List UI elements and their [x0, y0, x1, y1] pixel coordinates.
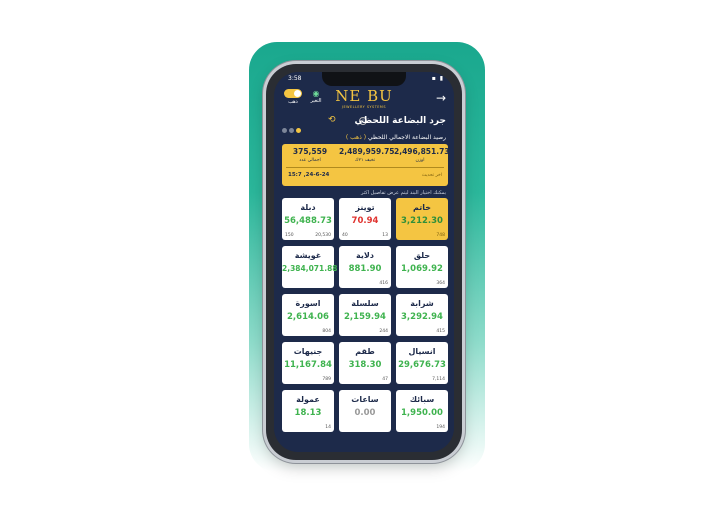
card-amount: 0.00 [354, 408, 376, 418]
card-name: سلسلة [351, 299, 379, 308]
summary-panel: 2,496,851.73 اوزن 2,489,959.75 تخيف ٢١ك … [282, 144, 450, 186]
card-amount: 29,676.73 [398, 360, 446, 370]
card-name: ساعات [351, 395, 379, 404]
select-hint: يمكنك اختيار البند ليتم عرض تفاصيل اكثر [361, 190, 446, 196]
card-name: انسيال [408, 347, 436, 356]
stat-label: اجمالي عدد [299, 158, 321, 163]
card-name: اسورة [295, 299, 321, 308]
card-name: دبلة [300, 203, 316, 212]
category-card[interactable]: سلسلة 2,159.94 244 [339, 294, 391, 336]
category-card[interactable]: توينز 70.94 13 40 [339, 198, 391, 240]
change-label: التغير [310, 98, 322, 104]
card-count: 416 [379, 281, 388, 286]
app-screen: 3:58 ▪ ▮ ذهب ◉ التغير NE BU JEWELLERY SY… [274, 72, 454, 452]
card-name: سبائك [409, 395, 435, 404]
category-card[interactable]: غويشة 2,384,071.88 [282, 246, 338, 288]
phone-frame: 3:58 ▪ ▮ ذهب ◉ التغير NE BU JEWELLERY SY… [266, 64, 462, 460]
last-update-label: اخر تحديث [421, 173, 442, 178]
card-count: 804 [322, 329, 331, 334]
panel-divider [286, 167, 444, 168]
card-count: 13 [382, 233, 388, 238]
category-card[interactable]: ساعات 0.00 [339, 390, 391, 432]
card-name: جنيهات [293, 347, 323, 356]
nebu-logo: NE BU [335, 87, 393, 105]
category-card[interactable]: عمولة 18.13 14 [282, 390, 334, 432]
page-title: جرد البضاعة اللحظي [354, 116, 446, 126]
subtitle-text: رصيد البضاعة الاجمالي اللحظي [367, 134, 446, 141]
card-count: 7,114 [432, 377, 445, 382]
toggle-label: ذهب [288, 99, 298, 105]
card-name: دلاية [356, 251, 374, 260]
card-name: غويشة [294, 251, 322, 260]
app-header: ذهب ◉ التغير NE BU JEWELLERY SYSTEMS → [274, 86, 454, 112]
card-count: 364 [436, 281, 445, 286]
page-dot[interactable] [289, 128, 294, 133]
card-count: 244 [379, 329, 388, 334]
card-count: 789 [322, 377, 331, 382]
card-amount: 70.94 [351, 216, 379, 226]
camera-notch [322, 72, 406, 86]
last-update-value: 15:7 ,24-6-24 [288, 172, 330, 178]
metal-toggle[interactable]: ذهب [282, 89, 304, 105]
page-dots[interactable] [282, 118, 303, 137]
status-time: 3:58 [288, 75, 302, 82]
card-amount: 1,069.92 [401, 264, 443, 274]
toggle-switch-icon[interactable] [284, 89, 302, 98]
stat-count: 375,559 اجمالي عدد [284, 147, 336, 163]
history-icon[interactable]: ⟲ [328, 115, 336, 125]
stat-value: 2,489,959.75 [339, 147, 395, 156]
card-amount: 18.13 [294, 408, 322, 418]
card-count: 748 [436, 233, 445, 238]
back-arrow-icon[interactable]: → [436, 91, 446, 105]
card-amount: 56,488.73 [284, 216, 332, 226]
stat-weight: 2,496,851.73 اوزن [394, 147, 450, 163]
card-name: خاتم [412, 203, 432, 212]
page-dot-active[interactable] [296, 128, 301, 133]
title-row: ⟲ i جرد البضاعة اللحظي [274, 115, 454, 133]
card-amount: 2,384,071.88 [282, 264, 338, 273]
change-view-button[interactable]: ◉ التغير [306, 89, 326, 104]
category-card[interactable]: سبائك 1,950.00 194 [396, 390, 448, 432]
card-amount: 3,292.94 [401, 312, 443, 322]
stat-label: اوزن [415, 158, 425, 163]
card-count-secondary: 40 [342, 233, 348, 238]
card-count: 20,530 [315, 233, 331, 238]
category-card[interactable]: دبلة 56,488.73 20,530 150 [282, 198, 334, 240]
card-count: 14 [325, 425, 331, 430]
card-count: 47 [382, 377, 388, 382]
card-count: 194 [436, 425, 445, 430]
card-amount: 3,212.30 [401, 216, 443, 226]
category-card[interactable]: حلق 1,069.92 364 [396, 246, 448, 288]
stat-21k: 2,489,959.75 تخيف ٢١ك [339, 147, 395, 163]
category-card[interactable]: طقم 318.30 47 [339, 342, 391, 384]
stat-value: 2,496,851.73 [394, 147, 450, 156]
balance-subtitle: رصيد البضاعة الاجمالي اللحظي ( ذهب ) [346, 134, 446, 141]
card-name: عمولة [296, 395, 320, 404]
category-card[interactable]: انسيال 29,676.73 7,114 [396, 342, 448, 384]
card-name: شرابة [410, 299, 434, 308]
battery-icon: ▪ ▮ [431, 75, 444, 82]
card-amount: 881.90 [348, 264, 382, 274]
card-count-secondary: 150 [285, 233, 294, 238]
page-dot[interactable] [282, 128, 287, 133]
card-name: طقم [355, 347, 375, 356]
subtitle-metal: ( ذهب ) [345, 134, 367, 141]
card-amount: 11,167.84 [284, 360, 332, 370]
card-amount: 1,950.00 [401, 408, 443, 418]
category-card[interactable]: جنيهات 11,167.84 789 [282, 342, 334, 384]
card-amount: 2,614.06 [287, 312, 329, 322]
stat-value: 375,559 [292, 147, 328, 156]
card-name: توينز [355, 203, 375, 212]
card-amount: 2,159.94 [344, 312, 386, 322]
eye-icon[interactable]: ◉ [306, 89, 326, 98]
category-card[interactable]: خاتم 3,212.30 748 [396, 198, 448, 240]
card-amount: 318.30 [348, 360, 382, 370]
category-card[interactable]: دلاية 881.90 416 [339, 246, 391, 288]
card-name: حلق [413, 251, 431, 260]
logo-subtitle: JEWELLERY SYSTEMS [341, 105, 386, 109]
category-card[interactable]: اسورة 2,614.06 804 [282, 294, 334, 336]
stat-label: تخيف ٢١ك [354, 158, 376, 163]
card-count: 415 [436, 329, 445, 334]
category-card[interactable]: شرابة 3,292.94 415 [396, 294, 448, 336]
